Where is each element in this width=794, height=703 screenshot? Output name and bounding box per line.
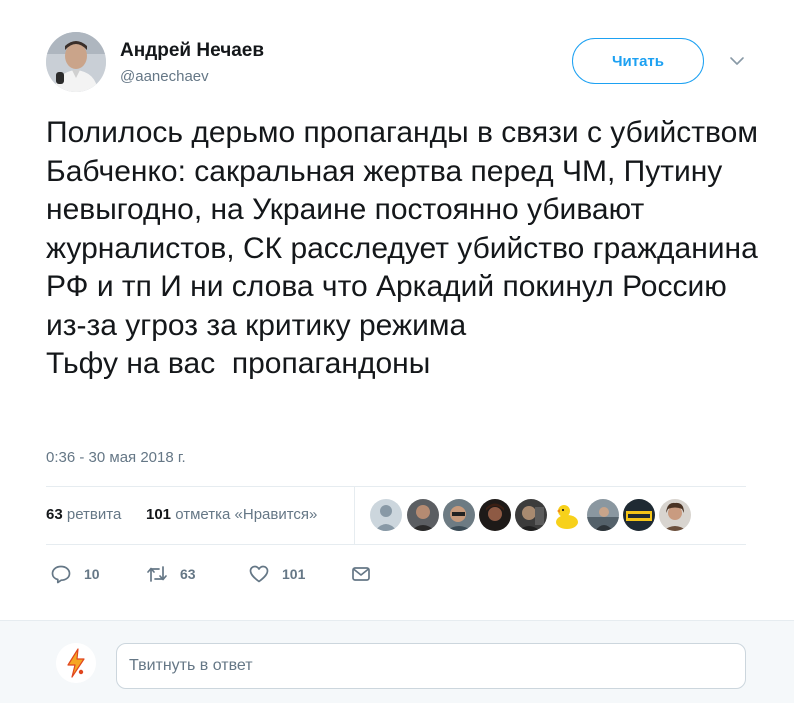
like-icon [248,563,270,585]
tweet-text: Полилось дерьмо пропаганды в связи с уби… [46,116,758,380]
reply-composer [0,620,794,703]
likes-stat-label: отметка «Нравится» [175,506,318,523]
like-button[interactable]: 101 [248,560,305,588]
liker-avatar[interactable] [370,499,402,531]
follow-button[interactable]: Читать [572,38,704,84]
liker-avatar[interactable] [659,499,691,531]
tweet-header: Андрей Нечаев @aanechaev Читать [46,32,766,96]
author-handle[interactable]: @aanechaev [120,68,209,85]
likes-stat-count: 101 [146,506,172,523]
author-name[interactable]: Андрей Нечаев [120,40,264,62]
reply-input[interactable] [116,643,746,689]
retweet-count: 63 [180,566,196,582]
retweet-icon [146,563,168,585]
tweet-actions: 10 63 101 [46,560,746,588]
liker-avatar[interactable] [551,499,583,531]
liker-avatar[interactable] [479,499,511,531]
retweets-stat-label: ретвита [66,506,122,523]
tweet-timestamp[interactable]: 0:36 - 30 мая 2018 г. [46,449,186,466]
liker-avatar[interactable] [623,499,655,531]
retweets-stat[interactable]: 63 ретвита [46,506,121,523]
divider [46,544,746,545]
reply-icon [50,563,72,585]
message-icon [350,563,372,585]
retweet-button[interactable]: 63 [146,560,196,588]
caret-down-icon[interactable] [728,52,746,70]
stats-separator [354,486,355,544]
liker-avatar[interactable] [515,499,547,531]
liker-avatar[interactable] [443,499,475,531]
reply-button[interactable]: 10 [50,560,100,588]
message-button[interactable] [350,560,372,588]
tweet-stats: 63 ретвита 101 отметка «Нравится» [46,486,746,544]
like-count: 101 [282,566,306,582]
reply-count: 10 [84,566,100,582]
author-avatar[interactable] [46,32,106,92]
user-avatar[interactable] [56,643,96,683]
retweets-stat-count: 63 [46,506,63,523]
likes-stat[interactable]: 101 отметка «Нравится» [146,506,317,523]
liker-avatar[interactable] [587,499,619,531]
liker-avatar[interactable] [407,499,439,531]
